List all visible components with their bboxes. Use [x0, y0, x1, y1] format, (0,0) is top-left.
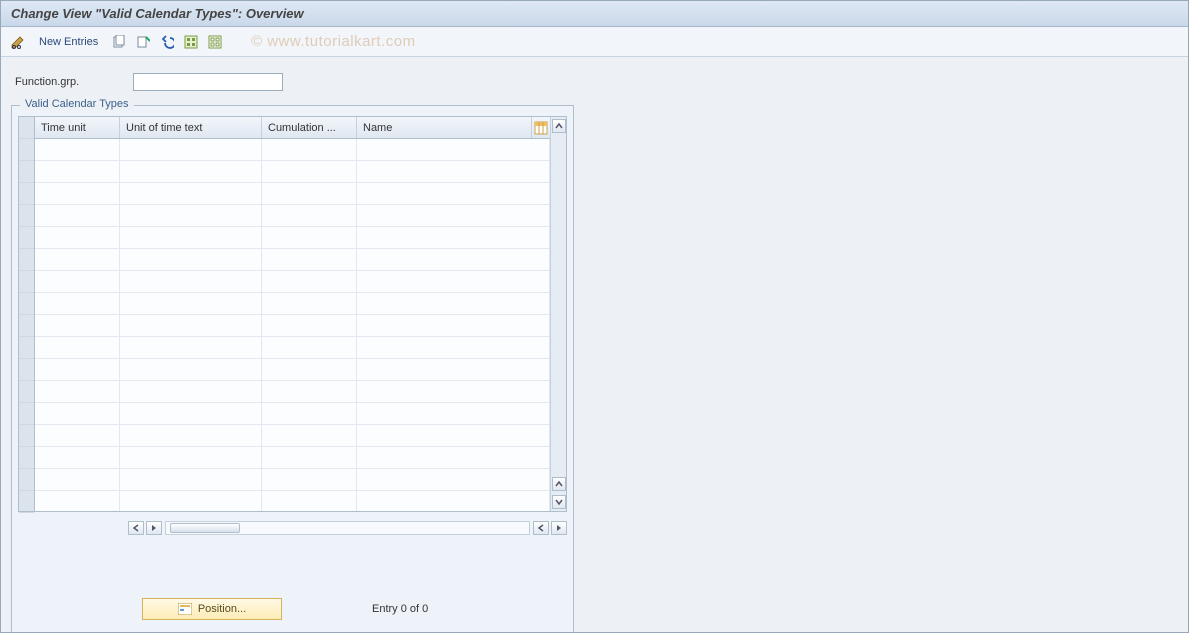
table-row[interactable] [35, 359, 550, 381]
hscroll-thumb[interactable] [170, 523, 240, 533]
table-row[interactable] [35, 447, 550, 469]
function-group-row: Function.grp. [15, 73, 1174, 91]
new-entries-label: New Entries [39, 36, 98, 48]
chevron-up-icon [555, 480, 563, 488]
pencil-glasses-icon [10, 34, 26, 50]
function-group-label: Function.grp. [15, 76, 125, 88]
data-grid: Time unit Unit of time text Cumulation .… [18, 116, 567, 512]
scroll-left-button[interactable] [146, 521, 162, 535]
deselect-all-icon [208, 35, 222, 49]
scroll-up-button[interactable] [552, 119, 566, 133]
chevron-up-icon [555, 122, 563, 130]
chevron-left-icon [537, 524, 545, 532]
watermark-text: © www.tutorialkart.com [251, 33, 416, 50]
column-header-time-unit[interactable]: Time unit [35, 117, 120, 138]
scroll-down-button[interactable] [552, 495, 566, 509]
table-config-icon [534, 121, 548, 135]
triangle-right-icon [150, 524, 158, 532]
configure-columns-button[interactable] [532, 117, 550, 138]
horizontal-scrollbar [18, 518, 567, 538]
table-row[interactable] [35, 293, 550, 315]
app-window: Change View "Valid Calendar Types": Over… [0, 0, 1189, 633]
delete-icon [136, 35, 150, 49]
table-row[interactable] [35, 491, 550, 511]
toggle-edit-button[interactable] [7, 31, 29, 53]
table-row[interactable] [35, 205, 550, 227]
triangle-right-icon [555, 524, 563, 532]
chevron-down-icon [555, 498, 563, 506]
table-row[interactable] [35, 315, 550, 337]
content-area: Function.grp. Valid Calendar Types Time … [1, 57, 1188, 632]
grid-main: Time unit Unit of time text Cumulation .… [35, 117, 550, 511]
deselect-all-button[interactable] [204, 31, 226, 53]
position-icon [178, 603, 192, 615]
table-row[interactable] [35, 403, 550, 425]
scroll-first-button[interactable] [128, 521, 144, 535]
table-row[interactable] [35, 469, 550, 491]
panel-title: Valid Calendar Types [20, 98, 134, 110]
table-row[interactable] [35, 161, 550, 183]
undo-icon [160, 35, 174, 49]
table-row[interactable] [35, 381, 550, 403]
table-row[interactable] [35, 337, 550, 359]
scroll-last-button[interactable] [551, 521, 567, 535]
chevron-left-icon [132, 524, 140, 532]
delete-button[interactable] [132, 31, 154, 53]
hscroll-track[interactable] [165, 521, 530, 535]
table-row[interactable] [35, 183, 550, 205]
table-row[interactable] [35, 227, 550, 249]
copy-as-button[interactable] [108, 31, 130, 53]
scroll-down-button-inner[interactable] [552, 477, 566, 491]
grid-header: Time unit Unit of time text Cumulation .… [35, 117, 550, 139]
position-button[interactable]: Position... [142, 598, 282, 620]
column-header-unit-of-time-text[interactable]: Unit of time text [120, 117, 262, 138]
page-title: Change View "Valid Calendar Types": Over… [11, 6, 304, 21]
position-button-label: Position... [198, 603, 246, 615]
column-header-name[interactable]: Name [357, 117, 532, 138]
table-row[interactable] [35, 425, 550, 447]
valid-calendar-types-panel: Valid Calendar Types Time unit Unit of t… [11, 105, 574, 633]
title-bar: Change View "Valid Calendar Types": Over… [1, 1, 1188, 27]
select-all-icon [184, 35, 198, 49]
app-toolbar: New Entries © www.tutorialkart.com [1, 27, 1188, 57]
table-row[interactable] [35, 271, 550, 293]
table-row[interactable] [35, 249, 550, 271]
grid-rows [35, 139, 550, 511]
scroll-right-button[interactable] [533, 521, 549, 535]
undo-button[interactable] [156, 31, 178, 53]
vertical-scrollbar[interactable] [550, 117, 566, 511]
new-entries-button[interactable]: New Entries [31, 31, 106, 53]
copy-icon [112, 35, 126, 49]
function-group-input[interactable] [133, 73, 283, 91]
row-selector-column[interactable] [19, 117, 35, 511]
table-row[interactable] [35, 139, 550, 161]
panel-footer: Position... Entry 0 of 0 [12, 596, 573, 622]
select-all-button[interactable] [180, 31, 202, 53]
column-header-cumulation[interactable]: Cumulation ... [262, 117, 357, 138]
entry-count-text: Entry 0 of 0 [372, 603, 428, 615]
